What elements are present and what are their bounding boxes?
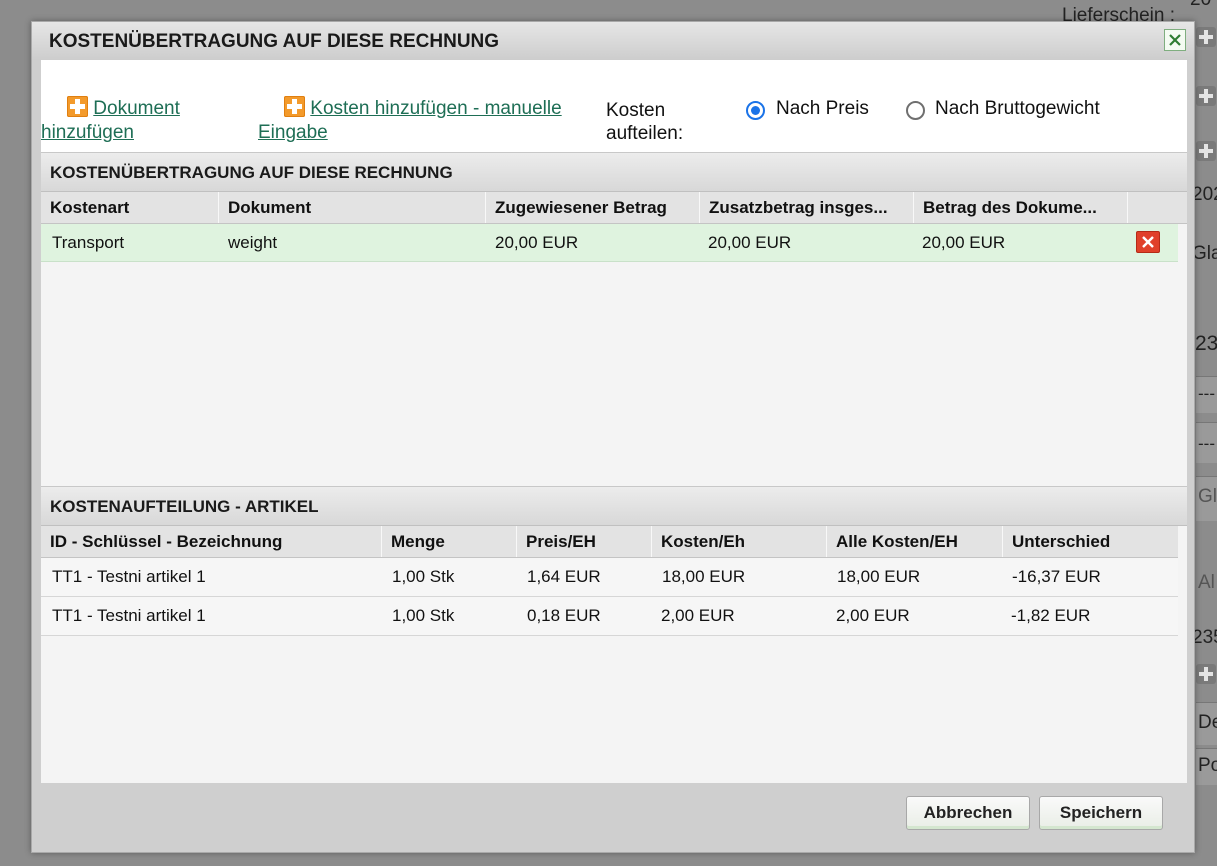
delete-button[interactable] <box>1136 231 1160 253</box>
bg-fragment: 20 <box>1190 0 1211 11</box>
dialog-title: KOSTENÜBERTRAGUNG AUF DIESE RECHNUNG <box>49 31 500 52</box>
table-row[interactable]: TT1 - Testni artikel 1 1,00 Stk 1,64 EUR… <box>41 558 1178 597</box>
cell-price: 0,18 EUR <box>527 606 601 625</box>
bg-fragment: De <box>1198 712 1217 733</box>
split-costs-label-line1: Kosten <box>606 100 666 121</box>
bg-fragment: 23 <box>1195 332 1217 355</box>
split-costs-label: Kosten aufteilen: <box>606 99 706 145</box>
radio-by-price-label[interactable]: Nach Preis <box>776 98 869 120</box>
table-row[interactable]: TT1 - Testni artikel 1 1,00 Stk 0,18 EUR… <box>41 597 1178 636</box>
col-difference[interactable]: Unterschied <box>1002 526 1178 557</box>
radio-by-gross-weight[interactable] <box>906 101 925 120</box>
col-additional-total[interactable]: Zusatzbetrag insges... <box>699 192 913 223</box>
allocation-table-header: ID - Schlüssel - Bezeichnung Menge Preis… <box>41 526 1178 558</box>
cell-costs: 2,00 EUR <box>661 606 735 625</box>
radio-by-gross-weight-label[interactable]: Nach Bruttogewicht <box>935 98 1100 120</box>
cell-document-amount: 20,00 EUR <box>922 233 1006 252</box>
toolbar: Dokument hinzufügen Kosten hinzufügen - … <box>41 60 1187 152</box>
bg-fragment: Gl <box>1198 486 1217 507</box>
add-document-line1: Dokument <box>93 98 180 119</box>
add-costs-line1: Kosten hinzufügen - manuelle <box>310 98 562 119</box>
bg-fragment: --- <box>1198 384 1215 403</box>
cell-kostenart: Transport <box>52 233 125 252</box>
split-costs-label-line2: aufteilen: <box>606 123 684 144</box>
cell-price: 1,64 EUR <box>527 567 601 586</box>
cell-all-costs: 18,00 EUR <box>837 567 921 586</box>
plus-icon <box>284 96 305 117</box>
col-all-costs-per-unit[interactable]: Alle Kosten/EH <box>826 526 1002 557</box>
cost-transfer-dialog: KOSTENÜBERTRAGUNG AUF DIESE RECHNUNG Dok… <box>31 21 1195 853</box>
col-dokument[interactable]: Dokument <box>218 192 485 223</box>
bg-fragment: Po <box>1198 755 1217 776</box>
transfer-table-header: Kostenart Dokument Zugewiesener Betrag Z… <box>41 192 1187 224</box>
col-quantity[interactable]: Menge <box>381 526 516 557</box>
col-id-key-name[interactable]: ID - Schlüssel - Bezeichnung <box>41 526 381 557</box>
bg-fragment: 202 <box>1192 184 1217 205</box>
cell-id: TT1 - Testni artikel 1 <box>52 606 206 625</box>
cancel-button[interactable]: Abbrechen <box>906 796 1030 830</box>
col-price-per-unit[interactable]: Preis/EH <box>516 526 651 557</box>
cell-dokument: weight <box>228 233 278 252</box>
allocation-section-header: KOSTENAUFTEILUNG - ARTIKEL <box>41 486 1187 526</box>
dialog-content: Dokument hinzufügen Kosten hinzufügen - … <box>41 60 1187 783</box>
cell-id: TT1 - Testni artikel 1 <box>52 567 206 586</box>
cell-quantity: 1,00 Stk <box>392 606 455 625</box>
table-row[interactable]: Transport weight 20,00 EUR 20,00 EUR 20,… <box>41 224 1178 262</box>
transfer-section-header: KOSTENÜBERTRAGUNG AUF DIESE RECHNUNG <box>41 152 1187 192</box>
close-button[interactable] <box>1164 29 1186 51</box>
col-kostenart[interactable]: Kostenart <box>41 192 218 223</box>
delete-icon <box>1142 236 1154 248</box>
bg-fragment: --- <box>1198 434 1215 453</box>
cell-all-costs: 2,00 EUR <box>836 606 910 625</box>
bg-plus-icon[interactable] <box>1196 86 1216 106</box>
col-assigned-amount[interactable]: Zugewiesener Betrag <box>485 192 699 223</box>
add-document-link[interactable]: Dokument hinzufügen <box>41 96 241 145</box>
cell-costs: 18,00 EUR <box>662 567 746 586</box>
plus-icon <box>67 96 88 117</box>
close-icon <box>1169 34 1181 46</box>
radio-by-price[interactable] <box>746 101 765 120</box>
bg-plus-icon[interactable] <box>1196 27 1216 47</box>
col-costs-per-unit[interactable]: Kosten/Eh <box>651 526 826 557</box>
bg-fragment: Al <box>1198 572 1215 593</box>
save-button[interactable]: Speichern <box>1039 796 1163 830</box>
dialog-titlebar[interactable]: KOSTENÜBERTRAGUNG AUF DIESE RECHNUNG <box>32 22 1194 60</box>
cell-assigned-amount: 20,00 EUR <box>495 233 579 252</box>
col-document-amount[interactable]: Betrag des Dokume... <box>913 192 1127 223</box>
bg-plus-icon[interactable] <box>1196 141 1216 161</box>
allocation-section-title: KOSTENAUFTEILUNG - ARTIKEL <box>50 497 319 516</box>
add-costs-line2: Eingabe <box>258 122 328 143</box>
transfer-section-title: KOSTENÜBERTRAGUNG AUF DIESE RECHNUNG <box>50 163 453 182</box>
cell-additional-total: 20,00 EUR <box>708 233 792 252</box>
cell-difference: -1,82 EUR <box>1011 606 1091 625</box>
bg-fragment: 235 <box>1192 627 1217 648</box>
bg-plus-icon[interactable] <box>1196 664 1216 684</box>
col-actions <box>1127 192 1178 223</box>
cell-quantity: 1,00 Stk <box>392 567 455 586</box>
add-costs-manual-link[interactable]: Kosten hinzufügen - manuelle Eingabe <box>258 96 598 145</box>
cell-difference: -16,37 EUR <box>1012 567 1101 586</box>
bg-fragment: Gla <box>1192 243 1217 264</box>
add-document-line2: hinzufügen <box>41 122 134 143</box>
